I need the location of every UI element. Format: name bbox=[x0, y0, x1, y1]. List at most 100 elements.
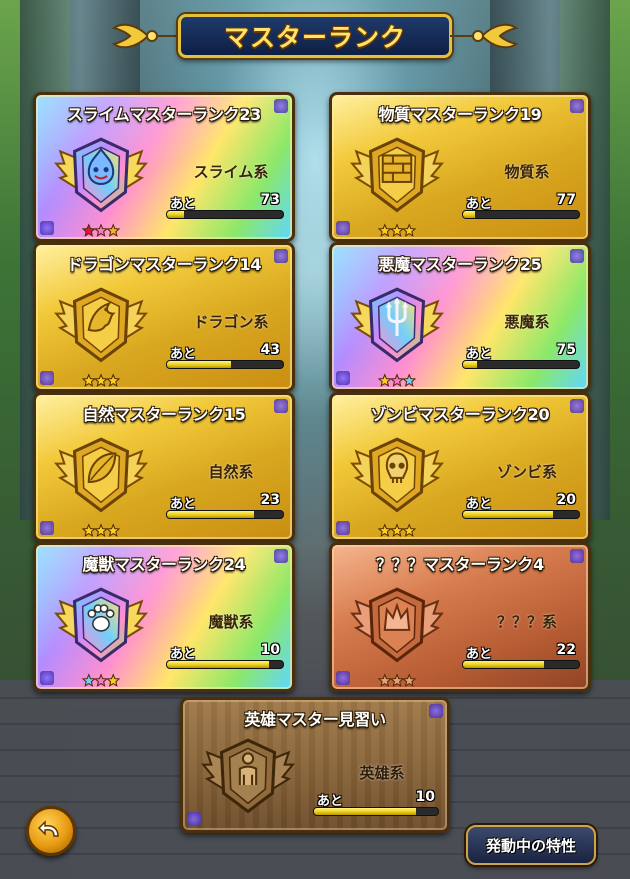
remaining-value: 20 bbox=[556, 492, 576, 508]
rank-emblem bbox=[54, 287, 148, 387]
rank-category: 悪魔系 bbox=[504, 313, 550, 331]
rank-star-icon bbox=[93, 523, 109, 537]
rank-star-icon bbox=[402, 673, 417, 687]
rank-star-icon bbox=[81, 673, 96, 687]
back-arrow-icon bbox=[37, 820, 59, 837]
rank-star-icon bbox=[93, 373, 109, 387]
corner-mark-icon bbox=[570, 549, 584, 563]
rank-star-icon bbox=[93, 673, 109, 687]
rank-progress: あと 10 bbox=[166, 642, 284, 669]
rank-title: 魔獣マスターランク24 bbox=[82, 555, 246, 574]
rank-star-icon bbox=[377, 523, 392, 537]
rank-title: 悪魔マスターランク25 bbox=[378, 255, 542, 274]
rank-progress: あと 73 bbox=[166, 192, 284, 219]
rank-title: 英雄マスター見習い bbox=[244, 710, 386, 729]
rank-title: 物質マスターランク19 bbox=[378, 105, 542, 124]
progress-bar-fill bbox=[167, 361, 231, 368]
active-traits-button[interactable]: 発動中の特性 bbox=[466, 825, 596, 865]
fleur-ornament-left-icon bbox=[111, 23, 180, 49]
progress-bar-fill bbox=[167, 211, 185, 218]
rank-title: スライムマスターランク23 bbox=[66, 105, 262, 124]
remaining-value: 75 bbox=[556, 342, 576, 358]
corner-mark-icon bbox=[187, 812, 201, 826]
progress-bar bbox=[166, 660, 284, 669]
rank-star-icon bbox=[106, 523, 121, 537]
title-plate: マスターランク bbox=[178, 14, 452, 58]
rank-title: ゾンビマスターランク20 bbox=[370, 405, 550, 424]
progress-bar-fill bbox=[314, 808, 416, 815]
progress-bar bbox=[462, 210, 580, 219]
rank-category: ドラゴン系 bbox=[193, 313, 269, 331]
corner-mark-icon bbox=[570, 399, 584, 413]
rank-star-icon bbox=[81, 223, 96, 237]
rank-emblem bbox=[54, 587, 148, 687]
rank-title: 自然マスターランク15 bbox=[82, 405, 246, 424]
rank-star-icon bbox=[402, 223, 417, 237]
rank-star-icon bbox=[106, 373, 121, 387]
rank-star-icon bbox=[81, 523, 96, 537]
corner-mark-icon bbox=[336, 671, 350, 685]
rank-star-icon bbox=[377, 673, 392, 687]
rank-star-icon bbox=[81, 373, 96, 387]
corner-mark-icon bbox=[40, 221, 54, 235]
brick-wall-icon bbox=[381, 154, 413, 183]
rank-star-icon bbox=[106, 223, 121, 237]
rank-star-icon bbox=[402, 373, 417, 387]
back-button[interactable] bbox=[26, 806, 76, 856]
progress-bar-fill bbox=[463, 211, 475, 218]
rank-star-icon bbox=[389, 523, 405, 537]
rank-category: 自然系 bbox=[208, 463, 254, 481]
rank-card[interactable]: スライムマスターランク23 スライム系 あと 73 bbox=[33, 92, 295, 242]
rank-progress: あと 75 bbox=[462, 342, 580, 369]
rank-card[interactable]: ゾンビマスターランク20 ゾンビ系 あと 20 bbox=[329, 392, 591, 542]
hero-figure-icon bbox=[238, 752, 258, 785]
corner-mark-icon bbox=[274, 399, 288, 413]
progress-bar bbox=[313, 807, 439, 816]
rank-category: 物質系 bbox=[504, 163, 550, 181]
rank-progress: あと 77 bbox=[462, 192, 580, 219]
corner-mark-icon bbox=[570, 99, 584, 113]
progress-bar-fill bbox=[463, 361, 477, 368]
rank-progress: あと 43 bbox=[166, 342, 284, 369]
rank-star-icon bbox=[93, 223, 109, 237]
rank-card[interactable]: ドラゴンマスターランク14 ドラゴン系 あと 43 bbox=[33, 242, 295, 392]
rank-title: ドラゴンマスターランク14 bbox=[66, 255, 262, 274]
rank-card[interactable]: 自然マスターランク15 自然系 あと 23 bbox=[33, 392, 295, 542]
rank-emblem bbox=[54, 437, 148, 537]
rank-card[interactable]: ？？？マスターランク4 ？？？系 あと 22 bbox=[329, 542, 591, 692]
rank-star-icon bbox=[389, 223, 405, 237]
rank-progress: あと 10 bbox=[313, 789, 439, 816]
corner-mark-icon bbox=[40, 671, 54, 685]
corner-mark-icon bbox=[336, 221, 350, 235]
progress-bar bbox=[462, 360, 580, 369]
rank-card[interactable]: 魔獣マスターランク24 魔獣系 あと 10 bbox=[33, 542, 295, 692]
rank-card[interactable]: 悪魔マスターランク25 悪魔系 あと 75 bbox=[329, 242, 591, 392]
remaining-value: 10 bbox=[260, 642, 280, 658]
remaining-value: 23 bbox=[260, 492, 280, 508]
corner-mark-icon bbox=[429, 704, 443, 718]
rank-emblem bbox=[201, 738, 295, 814]
remaining-value: 22 bbox=[556, 642, 576, 658]
rank-star-icon bbox=[389, 673, 405, 687]
progress-bar bbox=[462, 660, 580, 669]
corner-mark-icon bbox=[274, 549, 288, 563]
rank-card[interactable]: 英雄マスター見習い 英雄系 あと 10 bbox=[180, 697, 450, 833]
progress-bar bbox=[462, 510, 580, 519]
rank-card[interactable]: 物質マスターランク19 物質系 あと 77 bbox=[329, 92, 591, 242]
rank-star-icon bbox=[402, 523, 417, 537]
corner-mark-icon bbox=[40, 521, 54, 535]
rank-emblem bbox=[350, 587, 444, 687]
rank-star-icon bbox=[389, 373, 405, 387]
rank-progress: あと 20 bbox=[462, 492, 580, 519]
remaining-value: 43 bbox=[260, 342, 280, 358]
rank-emblem bbox=[350, 137, 444, 237]
title-banner: マスターランク bbox=[108, 8, 522, 64]
rank-title: ？？？マスターランク4 bbox=[376, 555, 544, 574]
rank-progress: あと 23 bbox=[166, 492, 284, 519]
rank-emblem bbox=[350, 287, 444, 387]
progress-bar bbox=[166, 210, 284, 219]
rank-star-icon bbox=[106, 673, 121, 687]
rank-category: ゾンビ系 bbox=[496, 463, 557, 481]
progress-bar-fill bbox=[463, 511, 554, 518]
rank-category: スライム系 bbox=[193, 163, 269, 181]
